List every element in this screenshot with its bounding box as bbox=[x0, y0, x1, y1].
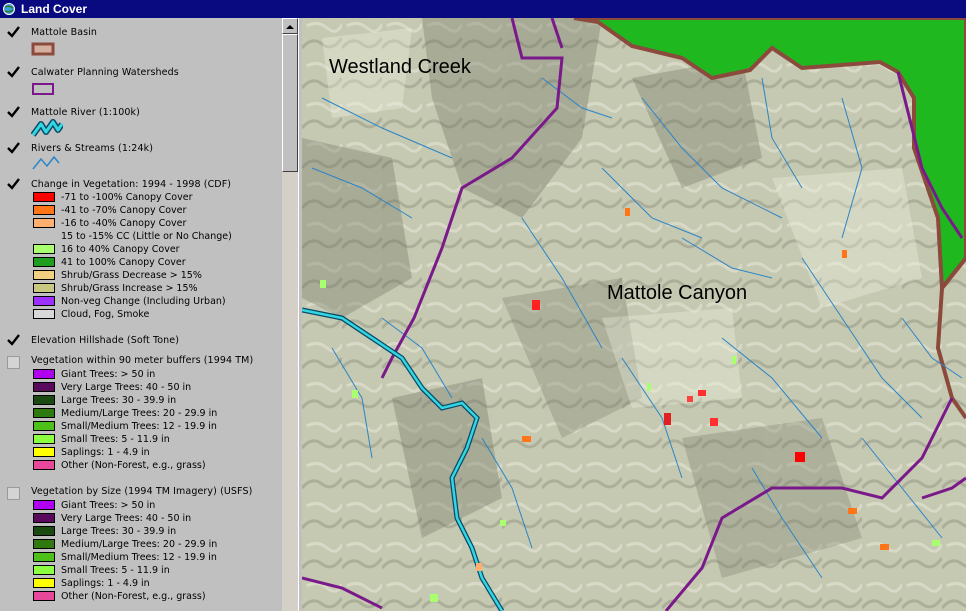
legend-label: Very Large Trees: 40 - 50 in bbox=[61, 382, 192, 393]
checkbox-unchecked[interactable] bbox=[7, 356, 20, 369]
legend-label: Small Trees: 5 - 11.9 in bbox=[61, 434, 170, 445]
legend-label: Small Trees: 5 - 11.9 in bbox=[61, 565, 170, 576]
layer-name: Calwater Planning Watersheds bbox=[31, 67, 179, 78]
toc-scrollbar[interactable] bbox=[282, 18, 298, 611]
legend-label: Very Large Trees: 40 - 50 in bbox=[61, 513, 192, 524]
legend-swatch bbox=[33, 231, 55, 241]
legend-label: -71 to -100% Canopy Cover bbox=[61, 192, 193, 203]
map-canvas[interactable] bbox=[302, 18, 966, 611]
legend-swatch bbox=[33, 283, 55, 293]
legend-label: -41 to -70% Canopy Cover bbox=[61, 205, 187, 216]
legend-label: Shrub/Grass Increase > 15% bbox=[61, 283, 198, 294]
map-label-mattole-canyon: Mattole Canyon bbox=[607, 282, 748, 304]
legend-label: Giant Trees: > 50 in bbox=[61, 369, 156, 380]
legend-label: Other (Non-Forest, e.g., grass) bbox=[61, 591, 206, 602]
legend-swatch bbox=[33, 257, 55, 267]
legend-swatch bbox=[33, 591, 55, 601]
legend-swatch bbox=[33, 578, 55, 588]
legend-swatch bbox=[33, 218, 55, 228]
checkbox-checked[interactable] bbox=[7, 178, 20, 191]
legend-label: Medium/Large Trees: 20 - 29.9 in bbox=[61, 408, 218, 419]
legend-label: Large Trees: 30 - 39.9 in bbox=[61, 526, 177, 537]
legend-label: Giant Trees: > 50 in bbox=[61, 500, 156, 511]
legend-label: 16 to 40% Canopy Cover bbox=[61, 244, 180, 255]
checkbox-checked[interactable] bbox=[7, 334, 20, 347]
legend-label: Cloud, Fog, Smoke bbox=[61, 309, 150, 320]
legend-swatch bbox=[33, 382, 55, 392]
checkbox-checked[interactable] bbox=[7, 106, 20, 119]
layer-name: Vegetation by Size (1994 TM Imagery) (US… bbox=[31, 486, 253, 497]
legend-swatch bbox=[33, 408, 55, 418]
scroll-up-button[interactable] bbox=[282, 18, 298, 34]
legend-label: Saplings: 1 - 4.9 in bbox=[61, 447, 150, 458]
layer-name: Rivers & Streams (1:24k) bbox=[31, 143, 153, 154]
layer-name: Mattole River (1:100k) bbox=[31, 107, 140, 118]
river-line-symbol bbox=[31, 119, 63, 137]
window-titlebar[interactable]: Land Cover bbox=[0, 0, 966, 18]
legend-swatch bbox=[33, 244, 55, 254]
checkbox-checked[interactable] bbox=[7, 66, 20, 79]
legend-swatch bbox=[33, 460, 55, 470]
layer-name: Change in Vegetation: 1994 - 1998 (CDF) bbox=[31, 179, 232, 190]
legend-swatch bbox=[33, 565, 55, 575]
arrow-up-icon bbox=[286, 25, 294, 29]
legend-swatch bbox=[33, 500, 55, 510]
legend-swatch bbox=[33, 270, 55, 280]
map-view[interactable]: Westland Creek Mattole Canyon bbox=[302, 18, 966, 611]
legend-swatch bbox=[33, 395, 55, 405]
legend-label: -16 to -40% Canopy Cover bbox=[61, 218, 187, 229]
legend-swatch bbox=[33, 296, 55, 306]
table-of-contents: Mattole Basin Calwater Planning Watershe… bbox=[0, 18, 299, 611]
legend-swatch bbox=[33, 205, 55, 215]
legend-swatch bbox=[33, 539, 55, 549]
legend-label: 41 to 100% Canopy Cover bbox=[61, 257, 186, 268]
legend-label: Other (Non-Forest, e.g., grass) bbox=[61, 460, 206, 471]
basin-boundary-symbol bbox=[31, 42, 55, 56]
legend-swatch bbox=[33, 434, 55, 444]
map-label-westland-creek: Westland Creek bbox=[329, 56, 471, 78]
checkbox-checked[interactable] bbox=[7, 26, 20, 39]
checkbox-checked[interactable] bbox=[7, 142, 20, 155]
window-title: Land Cover bbox=[21, 2, 88, 16]
legend-label: Small/Medium Trees: 12 - 19.9 in bbox=[61, 552, 217, 563]
layer-name: Mattole Basin bbox=[31, 27, 98, 38]
legend-label: 15 to -15% CC (Little or No Change) bbox=[61, 231, 232, 242]
scroll-thumb[interactable] bbox=[282, 34, 298, 172]
legend-label: Small/Medium Trees: 12 - 19.9 in bbox=[61, 421, 217, 432]
legend-label: Large Trees: 30 - 39.9 in bbox=[61, 395, 177, 406]
checkbox-unchecked[interactable] bbox=[7, 487, 20, 500]
legend-swatch bbox=[33, 369, 55, 379]
legend-label: Medium/Large Trees: 20 - 29.9 in bbox=[61, 539, 218, 550]
legend-swatch bbox=[33, 192, 55, 202]
legend-swatch bbox=[33, 552, 55, 562]
legend-label: Non-veg Change (Including Urban) bbox=[61, 296, 226, 307]
stream-line-symbol bbox=[32, 155, 60, 170]
legend-swatch bbox=[33, 513, 55, 523]
layer-name: Vegetation within 90 meter buffers (1994… bbox=[31, 355, 254, 366]
globe-icon bbox=[3, 3, 15, 15]
legend-swatch bbox=[33, 447, 55, 457]
legend-swatch bbox=[33, 526, 55, 536]
layer-name: Elevation Hillshade (Soft Tone) bbox=[31, 335, 180, 346]
legend-label: Saplings: 1 - 4.9 in bbox=[61, 578, 150, 589]
legend-label: Shrub/Grass Decrease > 15% bbox=[61, 270, 202, 281]
watershed-boundary-symbol bbox=[32, 83, 54, 95]
legend-swatch bbox=[33, 421, 55, 431]
legend-swatch bbox=[33, 309, 55, 319]
